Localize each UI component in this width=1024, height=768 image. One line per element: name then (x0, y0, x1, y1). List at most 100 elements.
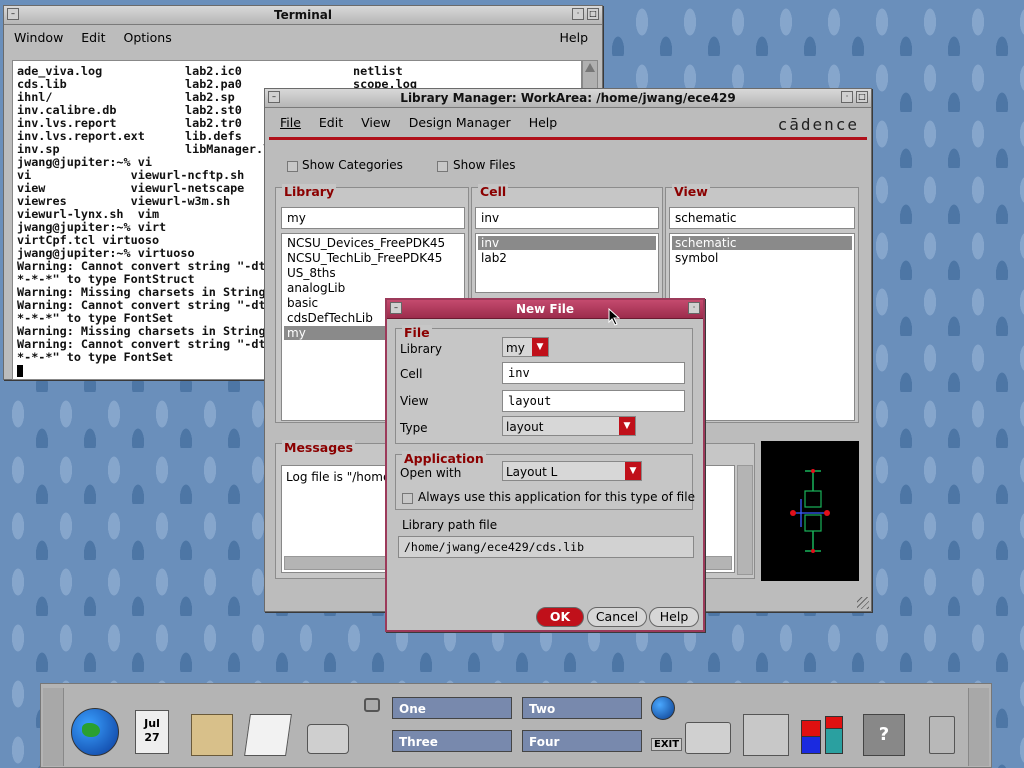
new-file-title: New File (515, 302, 574, 316)
minimize-button[interactable]: · (572, 8, 584, 20)
cell-panel-title: Cell (478, 184, 509, 199)
style-manager-icon[interactable] (743, 714, 789, 756)
menu-file[interactable]: File (280, 115, 301, 130)
menu-design-manager[interactable]: Design Manager (409, 115, 511, 130)
messages-text: Log file is "/home/ (286, 470, 395, 484)
cell-item[interactable]: lab2 (478, 251, 656, 265)
minimize-button[interactable]: · (841, 91, 853, 103)
workspace-four-button[interactable]: Four (522, 730, 642, 752)
chevron-down-icon[interactable]: ▼ (619, 417, 635, 435)
open-with-label: Open with (400, 466, 462, 480)
new-file-dialog: New File – · File Library my ▼ Cell inv … (385, 298, 705, 632)
chevron-down-icon[interactable]: ▼ (532, 338, 548, 356)
library-path-input[interactable]: /home/jwang/ece429/cds.lib (398, 536, 694, 558)
library-path-label: Library path file (402, 518, 498, 532)
library-manager-title: Library Manager: WorkArea: /home/jwang/e… (400, 91, 736, 105)
trash-can-icon[interactable] (929, 716, 955, 754)
messages-panel-title: Messages (282, 440, 356, 455)
lock-icon[interactable] (364, 698, 380, 712)
library-item[interactable]: NCSU_Devices_FreePDK45 (284, 236, 462, 250)
inverter-schematic-preview (790, 469, 830, 553)
always-use-checkbox[interactable] (402, 493, 413, 504)
view-panel-title: View (672, 184, 710, 199)
workspace-two-button[interactable]: Two (522, 697, 642, 719)
show-categories-label: Show Categories (302, 158, 403, 172)
library-filter-input[interactable]: my (281, 207, 465, 229)
menu-help[interactable]: Help (560, 27, 589, 49)
show-files-label: Show Files (453, 158, 516, 172)
meter-bar-blue (801, 736, 821, 754)
resize-grip[interactable] (857, 597, 869, 609)
show-categories-checkbox[interactable] (287, 161, 298, 172)
cell-item[interactable]: inv (478, 236, 656, 250)
panel-handle-left[interactable] (43, 688, 64, 766)
calendar-icon[interactable]: Jul 27 (135, 710, 169, 754)
workspace-one-button[interactable]: One (392, 697, 512, 719)
mouse-pointer-icon (608, 308, 620, 326)
view-input[interactable]: layout (502, 390, 685, 412)
type-label: Type (400, 421, 428, 435)
application-group-title: Application (402, 451, 486, 466)
menu-window[interactable]: Window (14, 30, 63, 45)
new-file-titlebar[interactable]: New File (387, 300, 703, 319)
cell-input[interactable]: inv (502, 362, 685, 384)
menu-help[interactable]: Help (529, 115, 558, 130)
terminal-title: Terminal (273, 8, 333, 22)
messages-vscrollbar[interactable] (737, 465, 753, 575)
maximize-button[interactable]: □ (856, 91, 868, 103)
terminal-titlebar[interactable]: Terminal (4, 6, 602, 25)
cancel-button[interactable]: Cancel (587, 607, 647, 627)
help-manager-icon[interactable]: ? (863, 714, 905, 756)
open-with-combo-value: Layout L (506, 465, 558, 479)
chevron-down-icon[interactable]: ▼ (625, 462, 641, 480)
view-item[interactable]: schematic (672, 236, 852, 250)
file-group-title: File (402, 325, 432, 340)
calendar-day: 27 (144, 731, 160, 744)
cell-list[interactable]: inv lab2 (475, 233, 659, 293)
terminal-line: libManager.l (185, 142, 271, 156)
menu-view[interactable]: View (361, 115, 391, 130)
text-editor-icon[interactable] (244, 714, 292, 756)
view-filter-input[interactable]: schematic (669, 207, 855, 229)
file-manager-icon[interactable] (191, 714, 233, 756)
type-combo[interactable]: layout ▼ (502, 416, 636, 436)
cell-filter-input[interactable]: inv (475, 207, 659, 229)
globe-clock-icon[interactable] (71, 708, 119, 756)
exit-button[interactable]: EXIT (651, 738, 683, 751)
library-item[interactable]: analogLib (284, 281, 462, 295)
view-item[interactable]: symbol (672, 251, 852, 265)
scroll-up-arrow[interactable] (585, 63, 595, 72)
globe-land-icon (82, 723, 100, 737)
close-button[interactable]: · (688, 302, 700, 314)
show-files-checkbox[interactable] (437, 161, 448, 172)
cellview-preview (761, 441, 859, 581)
menu-edit[interactable]: Edit (81, 30, 105, 45)
window-menu-button[interactable]: – (390, 302, 402, 314)
performance-meter-icon[interactable] (799, 714, 845, 754)
web-browser-globe-icon[interactable] (651, 696, 675, 720)
panel-handle-right[interactable] (968, 688, 989, 766)
workspace-three-button[interactable]: Three (392, 730, 512, 752)
maximize-button[interactable]: □ (587, 8, 599, 20)
always-use-label: Always use this application for this typ… (418, 490, 695, 504)
library-manager-titlebar[interactable]: Library Manager: WorkArea: /home/jwang/e… (265, 89, 871, 108)
menu-divider (269, 137, 867, 140)
printer-icon[interactable] (685, 722, 731, 754)
open-with-combo[interactable]: Layout L ▼ (502, 461, 642, 481)
help-button[interactable]: Help (649, 607, 699, 627)
type-combo-value: layout (506, 420, 544, 434)
mailer-icon[interactable] (307, 724, 349, 754)
library-combo[interactable]: my ▼ (502, 337, 549, 357)
library-panel-title: Library (282, 184, 337, 199)
meter-bar-teal (825, 728, 843, 754)
menu-options[interactable]: Options (123, 30, 171, 45)
library-item[interactable]: US_8ths (284, 266, 462, 280)
window-menu-button[interactable]: – (7, 8, 19, 20)
window-menu-button[interactable]: – (268, 91, 280, 103)
library-item[interactable]: NCSU_TechLib_FreePDK45 (284, 251, 462, 265)
ok-button[interactable]: OK (536, 607, 584, 627)
cadence-logo: cādence (777, 115, 859, 134)
cell-label: Cell (400, 367, 423, 381)
menu-edit[interactable]: Edit (319, 115, 343, 130)
terminal-line: *-*-*" to type FontSet (17, 350, 174, 364)
